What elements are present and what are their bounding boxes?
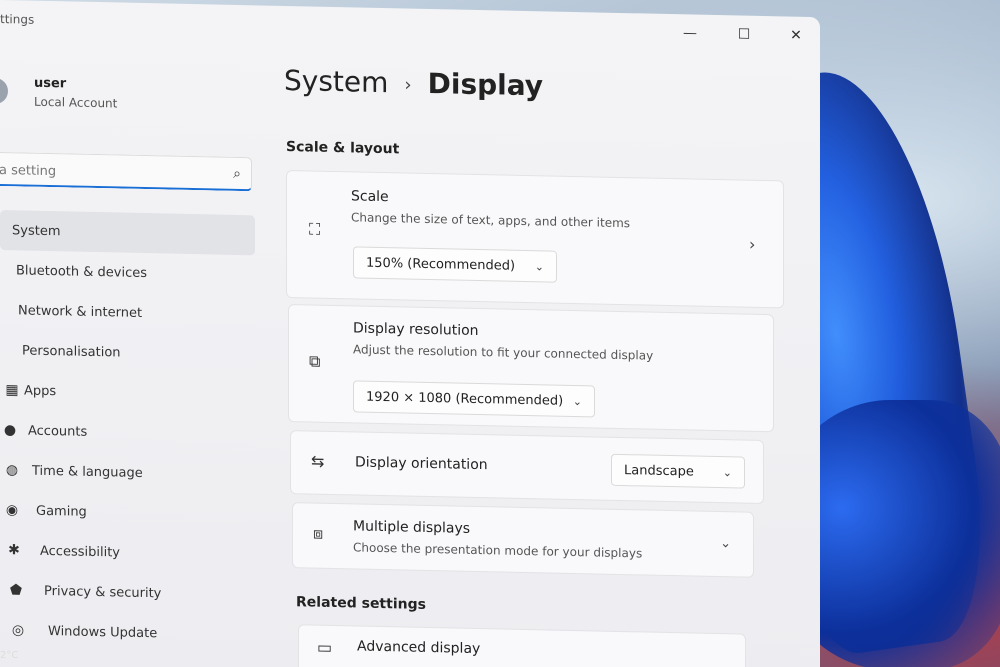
person-icon: ● — [3, 422, 17, 439]
sidebar-item-label: Accessibility — [40, 543, 120, 561]
globe-icon: ◍ — [5, 462, 19, 479]
shield-icon: ⬟ — [9, 582, 23, 599]
section-scale-layout: Scale & layout — [286, 138, 400, 158]
multiple-displays-description: Choose the presentation mode for your di… — [353, 540, 643, 561]
sidebar-item-accessibility[interactable]: ✱ Accessibility — [0, 530, 270, 576]
sidebar-item-personalisation[interactable]: Personalisation — [0, 330, 270, 376]
chevron-down-icon: ⌄ — [722, 465, 732, 479]
sidebar-nav: System Bluetooth & devices Network & inter… — [0, 210, 270, 656]
sidebar-item-gaming[interactable]: ◉ Gaming — [0, 490, 270, 536]
search-box[interactable]: ⌕ — [0, 151, 252, 192]
page-title: Display — [427, 66, 544, 103]
sidebar-item-label: Gaming — [36, 503, 87, 520]
taskbar-temperature: 2°C — [0, 650, 19, 661]
multiple-displays-icon: ⧈ — [313, 523, 324, 543]
breadcrumb: System › Display — [284, 64, 543, 102]
orientation-icon: ⇆ — [311, 451, 325, 471]
scale-card[interactable]: ⛶ Scale Change the size of text, apps, a… — [286, 169, 784, 309]
sidebar-item-label: Apps — [24, 383, 57, 399]
scale-icon: ⛶ — [309, 219, 321, 239]
chevron-down-icon[interactable]: ⌄ — [720, 536, 731, 551]
sidebar-item-label: Accounts — [28, 423, 88, 440]
multiple-displays-title: Multiple displays — [353, 518, 471, 537]
resolution-description: Adjust the resolution to fit your connec… — [353, 342, 654, 363]
sidebar-item-bluetooth-devices[interactable]: Bluetooth & devices — [0, 250, 270, 296]
bluetooth-icon — [0, 262, 16, 278]
sidebar-item-label: Personalisation — [22, 342, 121, 361]
sidebar-item-privacy-security[interactable]: ⬟ Privacy & security — [0, 570, 270, 616]
accessibility-icon: ✱ — [8, 542, 20, 559]
resolution-dropdown-value: 1920 × 1080 (Recommended) — [366, 389, 564, 409]
sidebar-item-network-internet[interactable]: Network & internet — [0, 290, 270, 336]
sidebar-item-label: System — [12, 222, 61, 239]
user-name: user — [34, 75, 67, 92]
apps-icon: ▦ — [5, 382, 19, 399]
resolution-title: Display resolution — [353, 320, 479, 340]
advanced-display-card[interactable]: ▭ Advanced display — [298, 624, 746, 667]
close-button[interactable]: ✕ — [776, 24, 816, 47]
multiple-displays-card[interactable]: ⧈ Multiple displays Choose the presentat… — [292, 502, 754, 578]
sidebar-item-accounts[interactable]: ● Accounts — [0, 410, 270, 456]
orientation-title: Display orientation — [355, 454, 488, 474]
orientation-dropdown[interactable]: Landscape ⌄ — [611, 453, 745, 489]
minimize-button[interactable]: — — [670, 22, 710, 45]
user-account-type: Local Account — [34, 94, 118, 111]
gamepad-icon: ◉ — [5, 502, 19, 519]
sidebar-item-windows-update[interactable]: ◎ Windows Update — [0, 610, 270, 656]
maximize-button[interactable]: ☐ — [724, 23, 764, 46]
window-title: ttings — [0, 12, 35, 27]
sidebar-item-label: Windows Update — [48, 623, 158, 641]
sidebar-item-label: Network & internet — [18, 302, 143, 321]
orientation-card: ⇆ Display orientation Landscape ⌄ — [290, 430, 764, 505]
resolution-dropdown[interactable]: 1920 × 1080 (Recommended) ⌄ — [353, 380, 595, 418]
sidebar-item-time-language[interactable]: ◍ Time & language — [0, 450, 270, 496]
wifi-icon — [2, 302, 18, 318]
sidebar-item-label: Privacy & security — [44, 583, 162, 601]
settings-window: ttings — ☐ ✕ user Local Account ⌕ System… — [0, 0, 820, 667]
sidebar-item-system[interactable]: System — [0, 210, 255, 256]
chevron-down-icon: ⌄ — [534, 259, 544, 273]
scale-dropdown[interactable]: 150% (Recommended) ⌄ — [353, 246, 557, 283]
advanced-display-title: Advanced display — [357, 638, 481, 658]
sidebar-item-apps[interactable]: ▦ Apps — [0, 370, 270, 416]
sidebar: user Local Account ⌕ System Bluetooth & d… — [0, 40, 270, 667]
search-icon[interactable]: ⌕ — [233, 166, 241, 182]
sidebar-item-label: Bluetooth & devices — [16, 262, 147, 281]
chevron-right-icon[interactable]: › — [749, 235, 755, 254]
search-input[interactable] — [0, 158, 209, 186]
avatar[interactable] — [0, 77, 8, 105]
chevron-down-icon: ⌄ — [572, 394, 582, 408]
update-icon: ◎ — [11, 622, 25, 639]
orientation-dropdown-value: Landscape — [624, 462, 694, 480]
monitor-icon: ▭ — [317, 637, 333, 657]
brush-icon — [2, 342, 18, 358]
breadcrumb-parent[interactable]: System — [284, 64, 388, 99]
sidebar-item-label: Time & language — [32, 463, 143, 481]
scale-description: Change the size of text, apps, and other… — [351, 210, 631, 231]
scale-title: Scale — [351, 188, 389, 206]
breadcrumb-separator: › — [404, 73, 412, 96]
resolution-icon: ⧉ — [309, 351, 321, 371]
section-related-settings: Related settings — [296, 594, 426, 613]
scale-dropdown-value: 150% (Recommended) — [366, 255, 516, 274]
resolution-card: ⧉ Display resolution Adjust the resoluti… — [288, 304, 774, 433]
